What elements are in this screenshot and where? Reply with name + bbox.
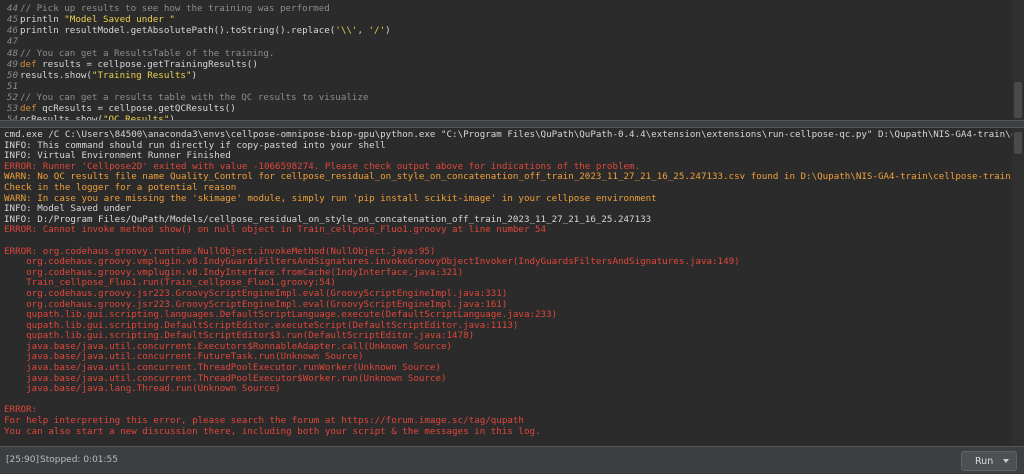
code-text[interactable]: def qcResults = cellpose.getQCResults() — [20, 103, 236, 114]
code-token: '\\' — [335, 25, 358, 37]
run-status: Stopped: 0:01:55 — [40, 455, 119, 465]
line-number: 52 — [6, 92, 18, 104]
code-token: , — [357, 25, 369, 37]
run-button-label: Run — [975, 455, 994, 467]
log-line: cmd.exe /C C:\Users\84500\anaconda3\envs… — [4, 130, 1016, 140]
log-line: ERROR: — [4, 405, 38, 416]
log-line: For help interpreting this error, please… — [4, 416, 524, 427]
log-line: INFO: Virtual Environment Runner Finishe… — [4, 151, 231, 162]
log-line: qupath.lib.gui.scripting.languages.Defau… — [4, 310, 558, 321]
code-line[interactable]: 44// Pick up results to see how the trai… — [0, 3, 1012, 14]
log-line: org.codehaus.groovy.jsr223.GroovyScriptE… — [4, 299, 508, 310]
log-line: org.codehaus.groovy.vmplugin.v8.IndyInte… — [4, 267, 464, 278]
log-line: java.base/java.util.concurrent.ThreadPoo… — [4, 363, 441, 374]
line-number: 47 — [6, 36, 18, 48]
code-token: results.show( — [20, 69, 92, 81]
code-token: def — [20, 103, 43, 115]
code-text[interactable]: // You can get a ResultsTable of the tra… — [20, 48, 274, 59]
code-text[interactable]: // You can get a results table with the … — [20, 92, 368, 103]
log-line: qupath.lib.gui.scripting.DefaultScriptEd… — [4, 320, 519, 331]
log-line: java.base/java.util.concurrent.ThreadPoo… — [4, 373, 447, 384]
log-line: INFO: Model Saved under — [4, 204, 132, 215]
log-line: ERROR: Runner 'Cellpose2D' exited with v… — [4, 161, 641, 172]
line-number: 48 — [6, 47, 18, 59]
log-line: INFO: D:/Program Files/QuPath/Models/cel… — [4, 214, 652, 225]
log-line: org.codehaus.groovy.vmplugin.v8.IndyGuar… — [4, 257, 740, 268]
editor-scrollbar[interactable] — [1012, 0, 1024, 120]
log-line: qupath.lib.gui.scripting.DefaultScriptEd… — [4, 331, 475, 342]
code-text[interactable]: println "Model Saved under " — [20, 14, 175, 25]
line-number: 45 — [6, 14, 18, 26]
code-token: '/' — [368, 25, 386, 37]
code-line[interactable]: 45 println "Model Saved under " — [0, 14, 1012, 25]
code-token: results = cellpose.getTrainingResults() — [42, 58, 258, 70]
cursor-position: [25:90] — [6, 455, 39, 465]
code-text[interactable]: println resultModel.getAbsolutePath().to… — [20, 25, 391, 36]
script-editor[interactable]: 44// Pick up results to see how the trai… — [0, 0, 1024, 120]
code-token: println — [20, 14, 65, 26]
log-line: java.base/java.util.concurrent.FutureTas… — [4, 352, 364, 363]
log-line: You can also start a new discussion ther… — [4, 426, 541, 437]
log-line: WARN: No QC results file name Quality_Co… — [4, 172, 1016, 183]
run-button[interactable]: Run — [961, 451, 1017, 471]
log-line: ERROR: org.codehaus.groovy.runtime.NullO… — [4, 246, 436, 257]
line-number: 53 — [6, 103, 18, 115]
code-line[interactable]: 50 results.show("Training Results") — [0, 70, 1012, 81]
log-line: ERROR: Cannot invoke method show() on nu… — [4, 225, 547, 236]
code-line[interactable]: 51 — [0, 81, 1012, 92]
chevron-down-icon[interactable] — [1003, 459, 1009, 463]
code-token: // You can get a ResultsTable of the tra… — [20, 47, 275, 59]
code-line[interactable]: 52// You can get a results table with th… — [0, 92, 1012, 103]
code-token: // Pick up results to see how the traini… — [20, 3, 330, 14]
line-number: 49 — [6, 58, 18, 70]
editor-scroll-thumb[interactable] — [1014, 82, 1022, 118]
editor-lines[interactable]: 44// Pick up results to see how the trai… — [0, 3, 1012, 120]
line-number: 51 — [6, 80, 18, 92]
code-line[interactable]: 53 def qcResults = cellpose.getQCResults(… — [0, 103, 1012, 114]
code-token: println resultModel.getAbsolutePath().to… — [20, 25, 336, 37]
status-bar: [25:90] Stopped: 0:01:55 Run — [0, 446, 1024, 474]
line-number: 44 — [6, 3, 18, 14]
code-text[interactable]: def results = cellpose.getTrainingResult… — [20, 59, 258, 70]
line-number: 50 — [6, 69, 18, 81]
log-line: Train_cellpose_Fluo1.run(Train_cellpose_… — [4, 278, 336, 289]
code-line[interactable]: 48// You can get a ResultsTable of the t… — [0, 48, 1012, 59]
code-token: ) — [385, 25, 391, 37]
console-scroll-thumb[interactable] — [1014, 132, 1022, 154]
log-line: java.base/java.lang.Thread.run(Unknown S… — [4, 384, 281, 395]
code-line[interactable]: 46 println resultModel.getAbsolutePath().… — [0, 25, 1012, 36]
code-token: ) — [191, 69, 198, 81]
output-console: cmd.exe /C C:\Users\84500\anaconda3\envs… — [0, 128, 1024, 446]
log-line: Check in the logger for a potential reas… — [4, 182, 237, 193]
console-lines: cmd.exe /C C:\Users\84500\anaconda3\envs… — [4, 130, 1016, 437]
code-line[interactable]: 49 def results = cellpose.getTrainingResu… — [0, 59, 1012, 70]
code-token: "Model Saved under " — [64, 14, 175, 26]
console-scrollbar[interactable] — [1012, 128, 1024, 446]
log-line: org.codehaus.groovy.jsr223.GroovyScriptE… — [4, 288, 508, 299]
code-line[interactable]: 47 — [0, 36, 1012, 47]
code-text[interactable]: // Pick up results to see how the traini… — [20, 3, 330, 14]
log-line: WARN: In case you are missing the 'skima… — [4, 193, 657, 204]
code-token: qcResults = cellpose.getQCResults() — [42, 103, 236, 115]
code-token: def — [20, 58, 43, 70]
log-line: INFO: This command should run directly i… — [4, 140, 386, 151]
log-line: java.base/java.util.concurrent.Executors… — [4, 341, 453, 352]
pane-splitter[interactable] — [0, 120, 1024, 128]
line-number: 46 — [6, 25, 18, 37]
code-text[interactable]: results.show("Training Results") — [20, 70, 197, 81]
code-token: // You can get a results table with the … — [20, 92, 369, 104]
code-token: "Training Results" — [91, 69, 192, 81]
